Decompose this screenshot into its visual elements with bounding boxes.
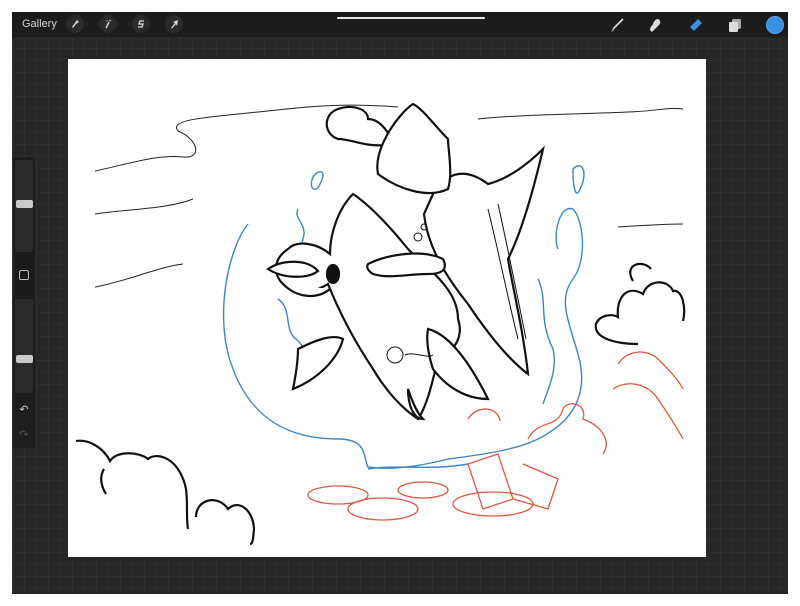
- artwork: [75, 102, 686, 546]
- opacity-thumb[interactable]: [16, 355, 33, 363]
- selection-s-icon[interactable]: [132, 15, 150, 33]
- red-sketch: [307, 351, 684, 521]
- drawing-canvas[interactable]: [68, 59, 706, 557]
- magic-wand-icon[interactable]: [99, 15, 117, 33]
- wrench-icon[interactable]: [66, 15, 84, 33]
- opacity-slider[interactable]: [15, 299, 33, 393]
- brush-icon[interactable]: [607, 15, 627, 35]
- smudge-icon[interactable]: [645, 15, 665, 35]
- drag-handle[interactable]: [337, 17, 485, 19]
- undo-icon[interactable]: ↶: [15, 400, 33, 418]
- brush-size-slider[interactable]: [15, 160, 33, 252]
- top-toolbar: Gallery: [12, 12, 788, 37]
- color-picker-button[interactable]: [766, 16, 784, 34]
- layers-icon[interactable]: [725, 15, 745, 35]
- fish-ink: [266, 102, 545, 421]
- gallery-button[interactable]: Gallery: [22, 18, 57, 30]
- square-icon[interactable]: [15, 255, 33, 295]
- brush-size-thumb[interactable]: [16, 200, 33, 208]
- sidebar: ↶ ↷: [13, 157, 35, 448]
- redo-icon[interactable]: ↷: [15, 425, 33, 443]
- eraser-icon[interactable]: [685, 15, 705, 35]
- arrow-cursor-icon[interactable]: [165, 15, 183, 33]
